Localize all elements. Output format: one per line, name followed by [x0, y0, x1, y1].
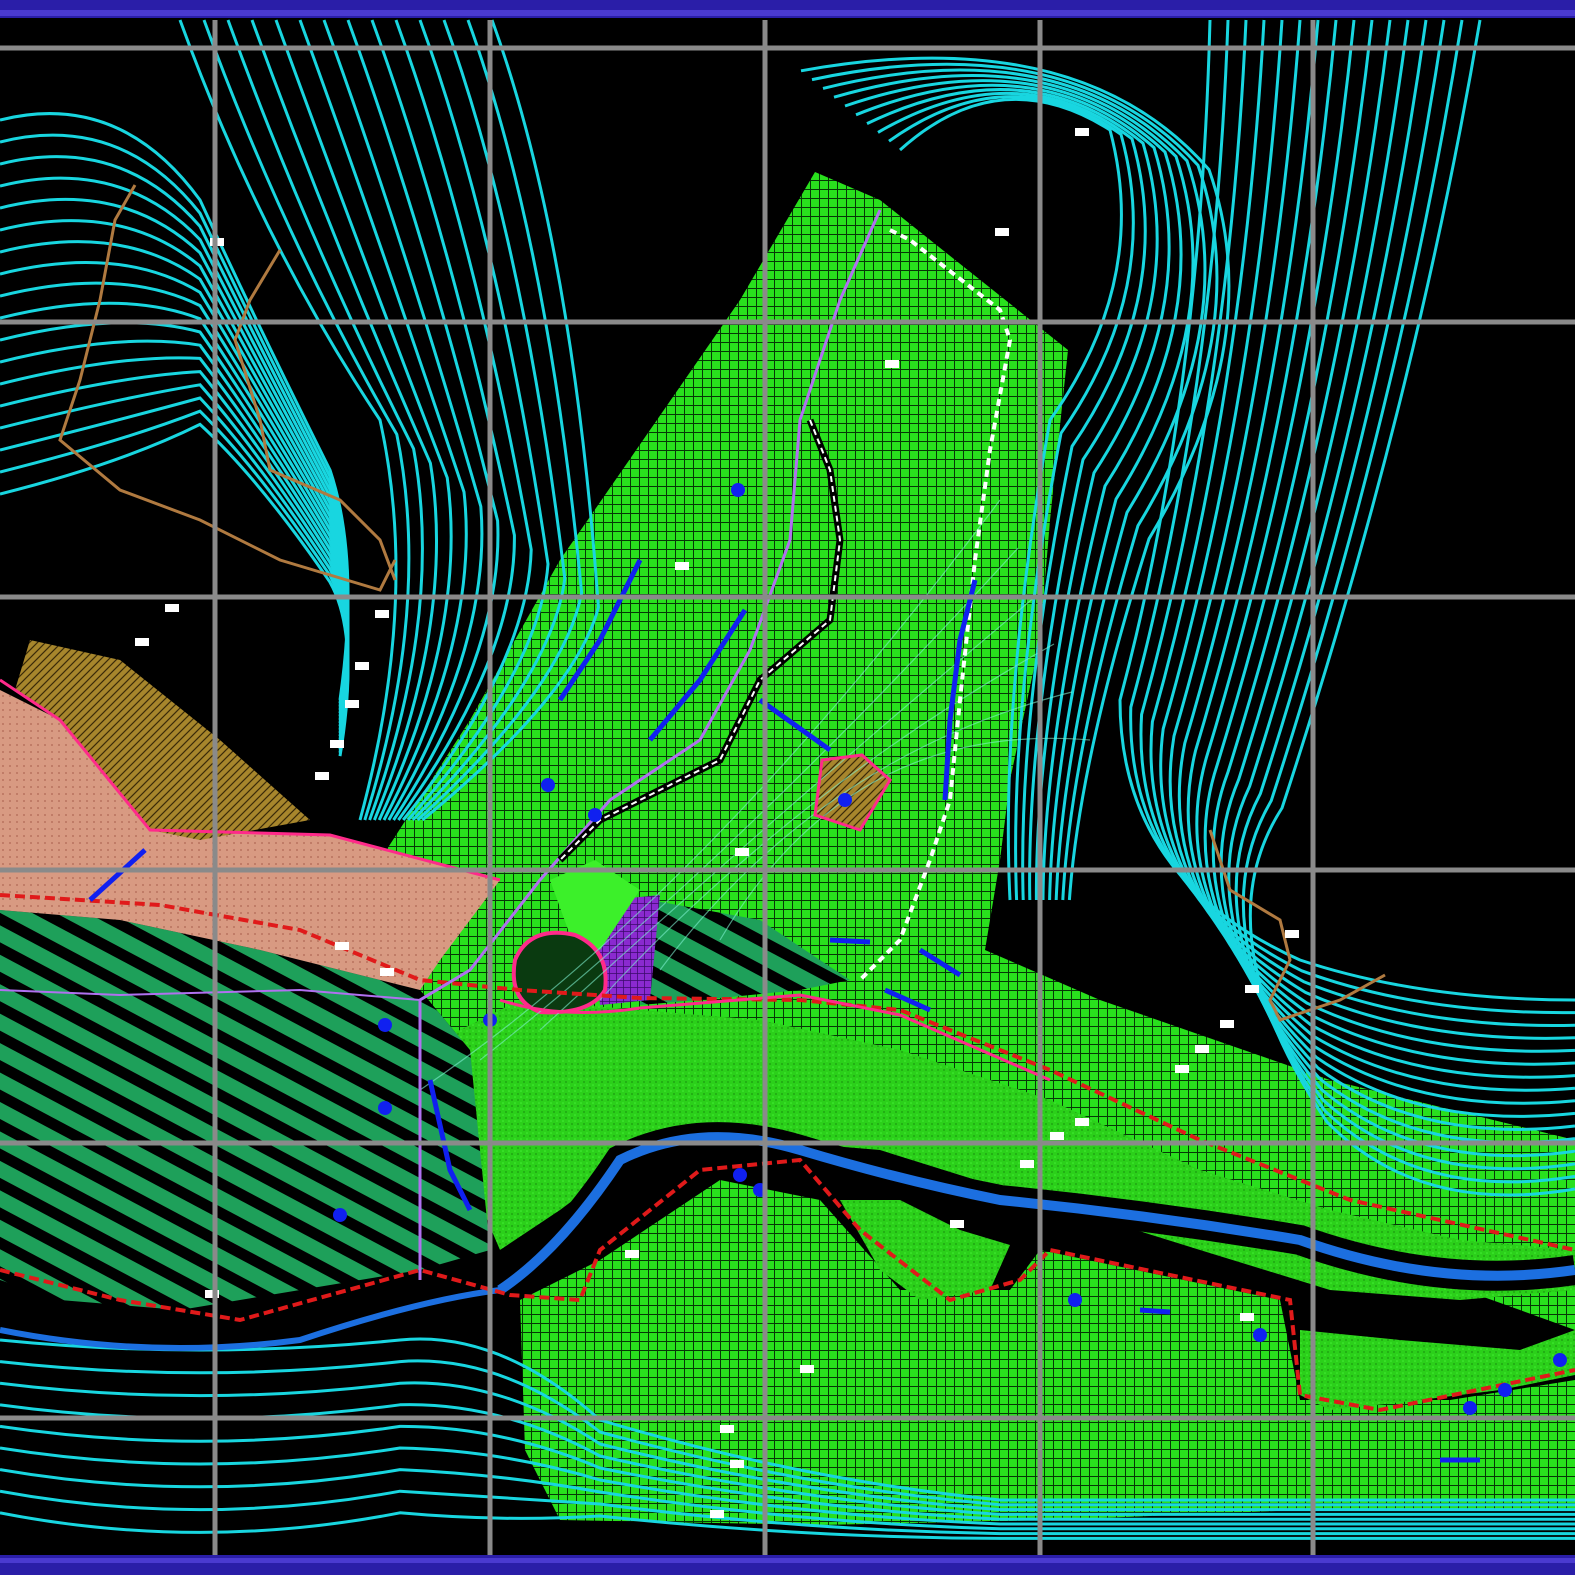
blue-point-marker: [333, 1208, 347, 1222]
point-marker: [335, 942, 349, 950]
point-marker: [345, 700, 359, 708]
point-marker: [375, 610, 389, 618]
point-marker: [1195, 1045, 1209, 1053]
point-marker: [1075, 1118, 1089, 1126]
point-marker: [1175, 1065, 1189, 1073]
topographic-land-use-map: [0, 0, 1575, 1575]
blue-point-marker: [733, 1168, 747, 1182]
point-marker: [1245, 985, 1259, 993]
point-marker: [675, 562, 689, 570]
blue-point-marker: [1068, 1293, 1082, 1307]
point-marker: [135, 638, 149, 646]
point-marker: [380, 968, 394, 976]
point-marker: [625, 1250, 639, 1258]
blue-point-marker: [1253, 1328, 1267, 1342]
point-marker: [1240, 1313, 1254, 1321]
blue-point-marker: [541, 778, 555, 792]
blue-point-marker: [1553, 1353, 1567, 1367]
blue-point-marker: [588, 808, 602, 822]
blue-point-marker: [1498, 1383, 1512, 1397]
point-marker: [995, 228, 1009, 236]
blue-point-marker: [838, 793, 852, 807]
point-marker: [720, 1425, 734, 1433]
point-marker: [710, 1510, 724, 1518]
point-marker: [735, 848, 749, 856]
point-marker: [165, 604, 179, 612]
blue-point-marker: [378, 1101, 392, 1115]
point-marker: [1220, 1020, 1234, 1028]
roundabout-parcel: [511, 930, 608, 1015]
point-marker: [1075, 128, 1089, 136]
point-marker: [330, 740, 344, 748]
point-marker: [355, 662, 369, 670]
point-marker: [885, 360, 899, 368]
point-marker: [950, 1220, 964, 1228]
point-marker: [730, 1460, 744, 1468]
point-marker: [315, 772, 329, 780]
point-marker: [1050, 1132, 1064, 1140]
point-marker: [800, 1365, 814, 1373]
blue-point-marker: [1463, 1401, 1477, 1415]
point-marker: [1020, 1160, 1034, 1168]
blue-point-marker: [731, 483, 745, 497]
blue-point-marker: [378, 1018, 392, 1032]
point-marker: [1285, 930, 1299, 938]
map-frame-bottom-inner: [0, 1558, 1575, 1563]
map-frame-top-inner: [0, 10, 1575, 16]
